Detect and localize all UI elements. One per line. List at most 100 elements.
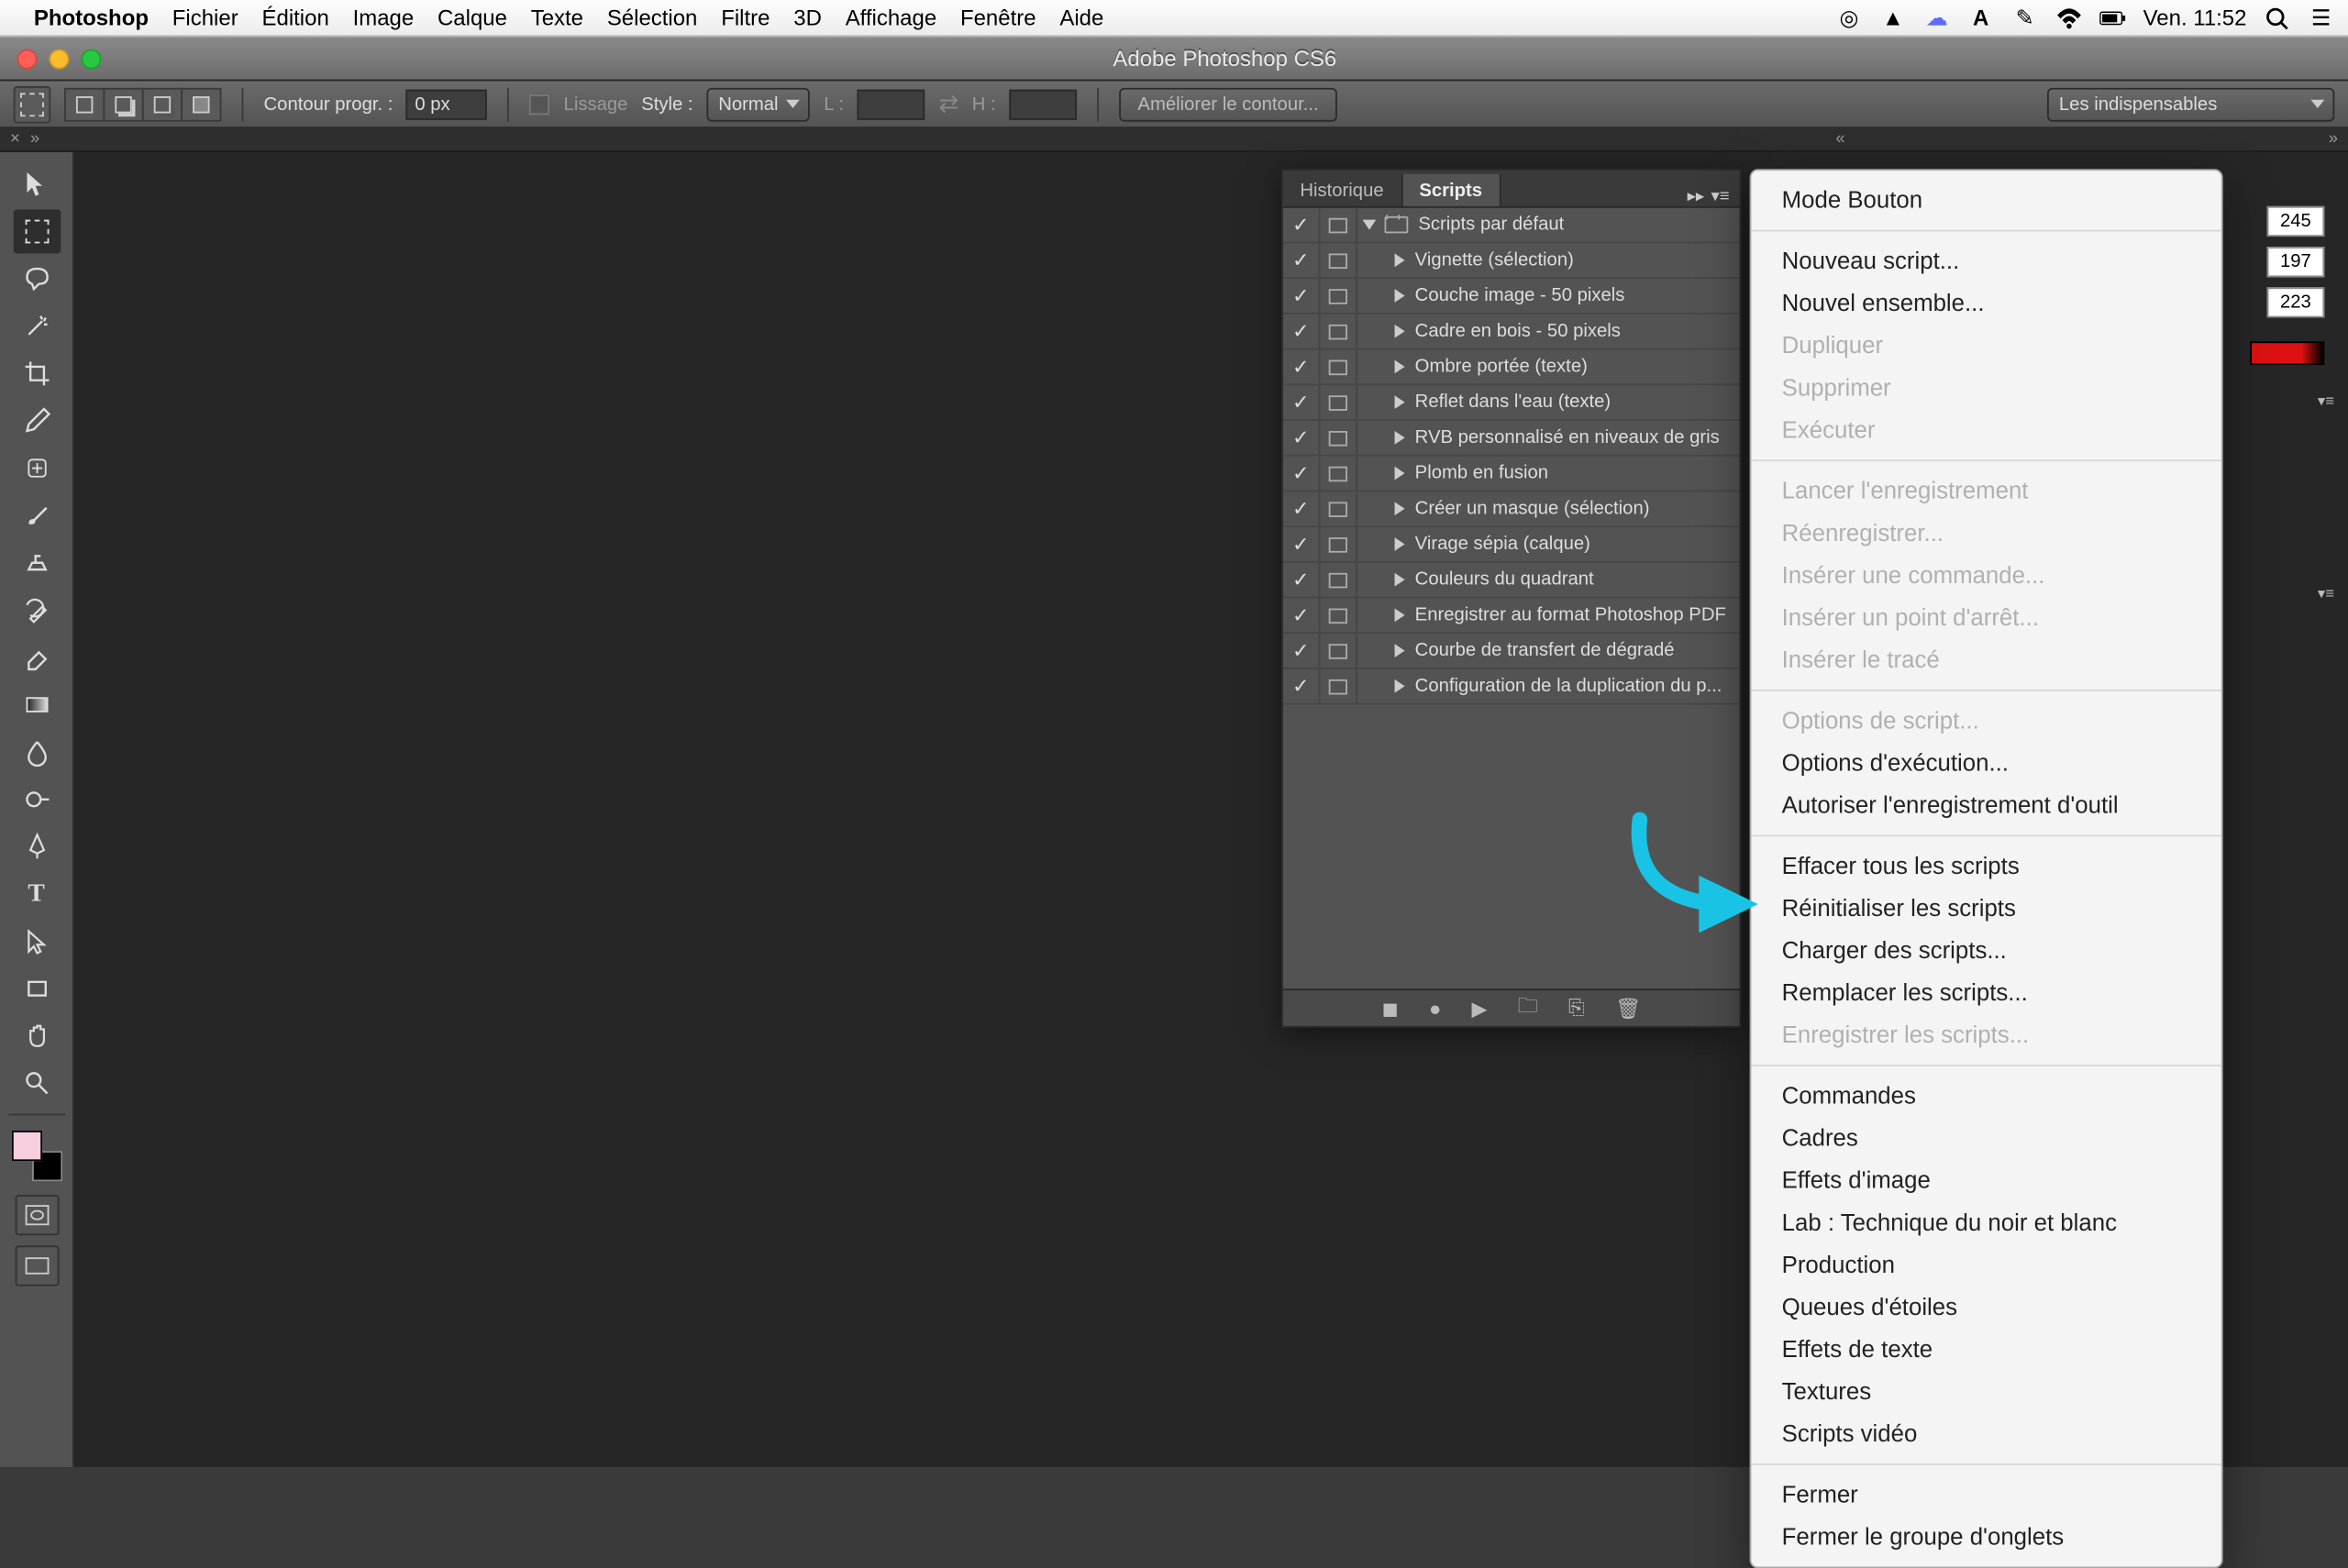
workspace-select[interactable]: Les indispensables [2047, 87, 2334, 121]
script-row[interactable]: ✓Virage sépia (calque) [1283, 527, 1740, 563]
selection-mode-segment[interactable] [64, 87, 221, 121]
selection-new-button[interactable] [64, 87, 105, 121]
record-icon[interactable]: ● [1429, 997, 1441, 1021]
menu-item[interactable]: Fermer [1751, 1474, 2221, 1516]
marquee-tool[interactable] [13, 210, 61, 254]
mac-menubar[interactable]: Photoshop Fichier Édition Image Calque T… [0, 0, 2348, 38]
menu-item[interactable]: Lab : Technique du noir et blanc [1751, 1201, 2221, 1243]
toggle-check-icon[interactable]: ✓ [1292, 391, 1310, 414]
menu-item[interactable]: Nouvel ensemble... [1751, 282, 2221, 325]
menu-item[interactable]: Cadres [1751, 1117, 2221, 1159]
dialog-toggle-icon[interactable] [1329, 572, 1347, 588]
menu-item[interactable]: Mode Bouton [1751, 179, 2221, 221]
panel-close-icon[interactable]: × [10, 130, 20, 149]
menu-item[interactable]: Queues d'étoiles [1751, 1286, 2221, 1329]
dialog-toggle-icon[interactable] [1329, 217, 1347, 233]
eyedropper-tool[interactable] [13, 399, 61, 443]
menu-filtre[interactable]: Filtre [721, 6, 770, 31]
feather-input[interactable] [406, 89, 487, 119]
menu-item[interactable]: Effets d'image [1751, 1159, 2221, 1201]
tab-historique[interactable]: Historique [1283, 174, 1402, 206]
disclosure-triangle-icon[interactable] [1395, 431, 1405, 445]
clone-stamp-tool[interactable] [13, 541, 61, 585]
toggle-check-icon[interactable]: ✓ [1292, 603, 1310, 627]
shape-tool[interactable] [13, 966, 61, 1010]
toggle-check-icon[interactable]: ✓ [1292, 213, 1310, 237]
menu-selection[interactable]: Sélection [607, 6, 698, 31]
menu-item[interactable]: Réinitialiser les scripts [1751, 888, 2221, 930]
selection-intersect-button[interactable] [181, 87, 221, 121]
disclosure-triangle-icon[interactable] [1363, 220, 1377, 230]
dialog-toggle-icon[interactable] [1329, 466, 1347, 481]
zoom-tool[interactable] [13, 1061, 61, 1105]
menu-item[interactable]: Production [1751, 1244, 2221, 1286]
dialog-toggle-icon[interactable] [1329, 359, 1347, 375]
menu-item[interactable]: Effacer tous les scripts [1751, 845, 2221, 888]
path-selection-tool[interactable] [13, 920, 61, 964]
dialog-toggle-icon[interactable] [1329, 253, 1347, 269]
disclosure-triangle-icon[interactable] [1395, 289, 1405, 303]
window-close-button[interactable] [17, 49, 37, 69]
stop-icon[interactable]: ◼ [1381, 997, 1398, 1021]
disclosure-triangle-icon[interactable] [1395, 537, 1405, 551]
eraser-tool[interactable] [13, 635, 61, 679]
menu-item[interactable]: Textures [1751, 1371, 2221, 1413]
app-menu[interactable]: Photoshop [34, 6, 149, 31]
selection-subtract-button[interactable] [142, 87, 183, 121]
disclosure-triangle-icon[interactable] [1395, 573, 1405, 587]
evernote-icon[interactable]: ✎ [2011, 5, 2038, 31]
dialog-toggle-icon[interactable] [1329, 536, 1347, 552]
battery-icon[interactable] [2099, 5, 2126, 31]
history-brush-tool[interactable] [13, 588, 61, 632]
script-row[interactable]: ✓RVB personnalisé en niveaux de gris [1283, 421, 1740, 457]
type-tool[interactable]: T [13, 872, 61, 916]
color-swatches[interactable] [11, 1131, 61, 1181]
window-titlebar[interactable]: Adobe Photoshop CS6 [0, 38, 2348, 82]
play-icon[interactable]: ▶ [1472, 997, 1488, 1021]
menu-item[interactable]: Autoriser l'enregistrement d'outil [1751, 784, 2221, 826]
panel-flyout-icon[interactable]: ▾≡ [2318, 585, 2344, 603]
move-tool[interactable] [13, 162, 61, 206]
dialog-toggle-icon[interactable] [1329, 288, 1347, 304]
panel-flyout-icon[interactable]: ▾≡ [2318, 392, 2344, 411]
hand-tool[interactable] [13, 1014, 61, 1058]
menu-affichage[interactable]: Affichage [846, 6, 936, 31]
current-tool-preset-icon[interactable] [14, 85, 51, 123]
toggle-check-icon[interactable]: ✓ [1292, 639, 1310, 663]
wifi-icon[interactable] [2055, 5, 2082, 31]
menu-fenetre[interactable]: Fenêtre [960, 6, 1036, 31]
color-ramp[interactable] [2250, 341, 2324, 365]
rgb-r-value[interactable]: 245 [2267, 206, 2325, 237]
menu-fichier[interactable]: Fichier [172, 6, 238, 31]
toggle-check-icon[interactable]: ✓ [1292, 248, 1310, 272]
disclosure-triangle-icon[interactable] [1395, 609, 1405, 623]
menu-image[interactable]: Image [353, 6, 415, 31]
selection-add-button[interactable] [103, 87, 143, 121]
disclosure-triangle-icon[interactable] [1395, 644, 1405, 657]
menu-edition[interactable]: Édition [262, 6, 329, 31]
toggle-check-icon[interactable]: ✓ [1292, 284, 1310, 308]
menu-item[interactable]: Options d'exécution... [1751, 742, 2221, 784]
disclosure-triangle-icon[interactable] [1395, 502, 1405, 515]
dialog-toggle-icon[interactable] [1329, 501, 1347, 516]
menu-3d[interactable]: 3D [793, 6, 822, 31]
tab-scripts[interactable]: Scripts [1402, 174, 1501, 206]
spotlight-icon[interactable] [2264, 5, 2290, 31]
disclosure-triangle-icon[interactable] [1395, 360, 1405, 374]
script-row[interactable]: ✓Couche image - 50 pixels [1283, 279, 1740, 315]
lasso-tool[interactable] [13, 257, 61, 301]
menu-item[interactable]: Fermer le groupe d'onglets [1751, 1516, 2221, 1558]
window-minimize-button[interactable] [49, 49, 69, 69]
foreground-color-swatch[interactable] [11, 1131, 41, 1161]
script-row[interactable]: ✓Enregistrer au format Photoshop PDF [1283, 598, 1740, 634]
new-set-icon[interactable]: 🗀 [1518, 990, 1538, 1026]
screen-mode-button[interactable] [15, 1245, 59, 1286]
dodge-tool[interactable] [13, 778, 61, 822]
dialog-toggle-icon[interactable] [1329, 679, 1347, 694]
script-row[interactable]: ✓Plomb en fusion [1283, 457, 1740, 492]
menu-item[interactable]: Effets de texte [1751, 1329, 2221, 1371]
toggle-check-icon[interactable]: ✓ [1292, 425, 1310, 449]
magic-wand-tool[interactable] [13, 304, 61, 348]
disclosure-triangle-icon[interactable] [1395, 253, 1405, 267]
toggle-check-icon[interactable]: ✓ [1292, 568, 1310, 591]
